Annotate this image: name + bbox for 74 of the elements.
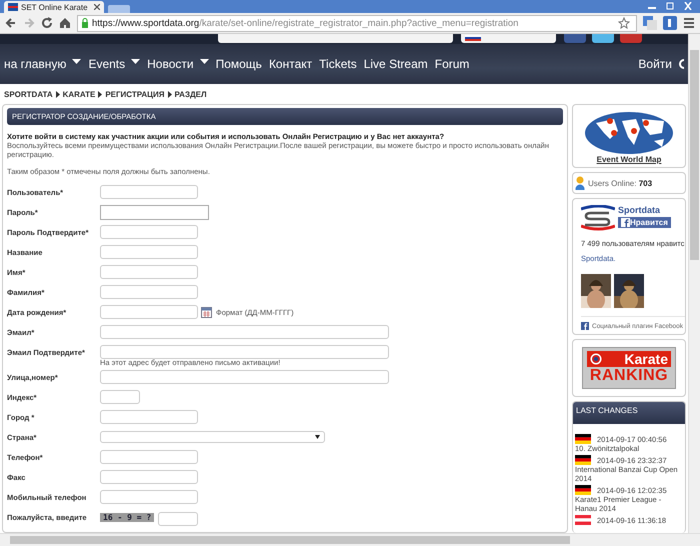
caret-icon <box>315 435 320 439</box>
nav-link[interactable]: Events <box>88 57 126 71</box>
captcha-question: 16 - 9 = ? <box>100 512 154 522</box>
scrollbar[interactable] <box>0 533 700 546</box>
input-field[interactable] <box>100 370 389 384</box>
extension-icon[interactable] <box>663 16 677 30</box>
map-link[interactable]: Event World Map <box>596 155 662 164</box>
caret-icon[interactable] <box>131 58 140 64</box>
arrow-icon <box>168 90 172 98</box>
address-field[interactable]: https://www.sportdata.org/karate/set-online/registrate_registrator_main.php?active_menu=registration <box>77 14 637 32</box>
input-field[interactable] <box>158 512 198 526</box>
close-icon[interactable] <box>94 4 100 10</box>
back-icon[interactable] <box>5 17 17 29</box>
caret-icon[interactable] <box>72 58 82 64</box>
emblem-icon <box>590 353 602 365</box>
facebook-icon <box>581 322 589 330</box>
users-online-text: Users Online: 703 <box>588 178 652 188</box>
banner-title: Karate <box>624 351 668 367</box>
input-field[interactable] <box>100 390 140 404</box>
input-field[interactable] <box>100 325 389 339</box>
calendar-icon[interactable] <box>201 306 212 318</box>
breadcrumb-link[interactable]: РЕГИСТРАЦИЯ <box>105 90 165 98</box>
social-button[interactable] <box>564 34 586 43</box>
input-field[interactable] <box>100 265 198 279</box>
input-field[interactable] <box>100 410 198 424</box>
input-field[interactable] <box>100 285 198 299</box>
reload-icon[interactable] <box>41 17 53 29</box>
scrollbar[interactable] <box>688 34 700 533</box>
restore-icon[interactable] <box>664 2 676 10</box>
input-field[interactable] <box>100 450 198 464</box>
banner-subtitle: RANKING <box>588 367 670 385</box>
nav-link[interactable]: Live Stream <box>364 57 428 71</box>
breadcrumb-link[interactable]: SPORTDATA <box>4 90 53 98</box>
input-field[interactable] <box>100 225 198 239</box>
input-field[interactable] <box>100 245 198 259</box>
star-icon[interactable] <box>618 17 630 29</box>
like-button[interactable]: Нравится <box>618 217 671 228</box>
flag-icon <box>8 3 18 11</box>
user-icon <box>575 176 585 190</box>
social-button[interactable] <box>620 34 642 43</box>
nav-link[interactable]: Новости <box>147 57 194 71</box>
breadcrumb-link[interactable]: РАЗДЕЛ <box>174 90 207 98</box>
world-map-drawing[interactable] <box>584 111 674 155</box>
logo-icon[interactable] <box>581 205 615 231</box>
input-field[interactable] <box>100 345 389 359</box>
arrow-icon <box>56 90 60 98</box>
breadcrumb-link[interactable]: KARATE <box>62 90 96 98</box>
input-field[interactable] <box>100 470 198 484</box>
nav-link[interactable]: Помощь <box>216 57 262 71</box>
dropdown[interactable] <box>461 34 556 43</box>
menu-icon[interactable] <box>683 17 695 29</box>
login-link[interactable]: Войти <box>638 57 672 71</box>
lock-icon <box>81 18 89 28</box>
nav-link[interactable]: Forum <box>434 57 470 71</box>
input-field[interactable] <box>100 185 198 199</box>
input-field[interactable] <box>100 490 198 504</box>
new-tab-button[interactable] <box>108 5 130 13</box>
input-field[interactable] <box>100 305 198 319</box>
forward-icon[interactable] <box>23 17 35 29</box>
page-link[interactable]: Sportdata <box>618 205 671 215</box>
home-icon[interactable] <box>59 17 71 29</box>
close-icon[interactable] <box>682 2 694 10</box>
arrow-icon <box>98 90 102 98</box>
ranking-banner[interactable]: Karate RANKING <box>582 347 676 389</box>
caret-icon[interactable] <box>200 58 209 64</box>
password-field[interactable] <box>100 204 209 220</box>
nav-link[interactable]: на главную <box>4 57 66 71</box>
nav-link[interactable]: Контакт <box>268 57 312 71</box>
nav-link[interactable]: Tickets <box>319 57 357 71</box>
panel-header: LAST CHANGES <box>573 402 685 424</box>
flag-icon <box>465 35 481 41</box>
social-button[interactable] <box>592 34 614 43</box>
facebook-icon <box>621 218 630 227</box>
browser-tab[interactable]: SET Online Karate <box>4 1 104 13</box>
